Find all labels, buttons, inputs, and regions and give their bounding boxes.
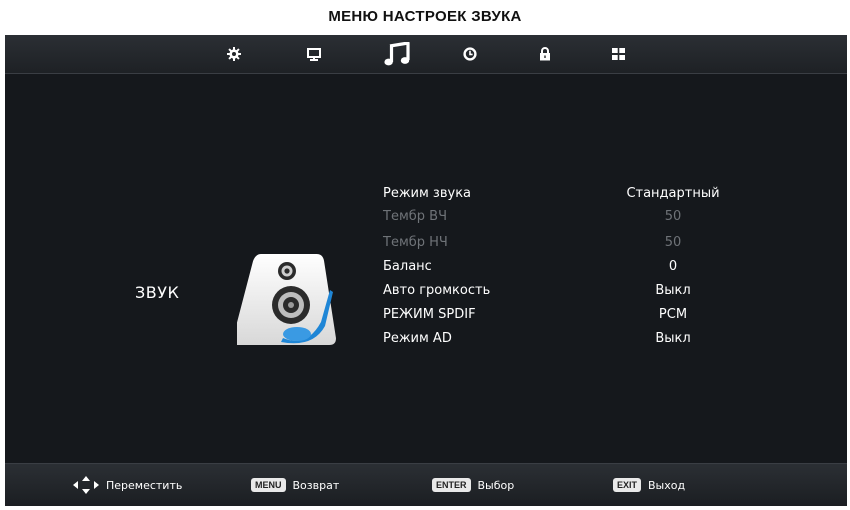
menu-item[interactable]: Авто громкость Выкл xyxy=(378,279,738,303)
menu-item-label: Баланс xyxy=(383,259,432,274)
tab-settings[interactable] xyxy=(212,39,256,69)
dpad-arrows-icon xyxy=(73,476,99,494)
hint-move-label: Переместить xyxy=(106,478,183,492)
menu-item-label: Режим звука xyxy=(383,186,472,201)
menu-item-value: Выкл xyxy=(655,331,691,346)
enter-key: ENTER xyxy=(432,478,471,492)
menu-item-value: PCM xyxy=(658,307,688,322)
menu-item[interactable]: Баланс 0 xyxy=(378,255,738,279)
hint-exit-label: Выход xyxy=(648,478,686,492)
tab-picture[interactable] xyxy=(292,39,336,69)
menu-item-label: Тембр ВЧ xyxy=(383,209,447,224)
hint-back: MENU Возврат xyxy=(251,476,339,494)
monitor-icon xyxy=(307,47,321,61)
menu-item-value: 50 xyxy=(664,235,682,250)
music-note-icon xyxy=(384,42,410,66)
clock-icon xyxy=(463,47,477,61)
tab-sound[interactable] xyxy=(375,39,419,69)
tab-timer[interactable] xyxy=(448,39,492,69)
footer-hints: Переместить MENU Возврат ENTER Выбор EXI… xyxy=(5,463,847,506)
menu-tab-bar xyxy=(5,35,847,74)
menu-item: Тембр НЧ 50 xyxy=(378,231,738,255)
menu-item-value: 50 xyxy=(664,209,682,224)
gear-icon xyxy=(227,47,241,61)
speaker-icon xyxy=(237,254,336,345)
menu-content: ЗВУК Режим звука Стандартный Тембр ВЧ 50 Тем… xyxy=(5,74,847,462)
menu-key: MENU xyxy=(251,478,286,492)
hint-move: Переместить xyxy=(73,476,182,494)
tab-setup[interactable] xyxy=(596,39,640,69)
page-title: МЕНЮ НАСТРОЕК ЗВУКА xyxy=(328,8,522,25)
menu-item[interactable]: Режим AD Выкл xyxy=(378,327,738,351)
section-title: ЗВУК xyxy=(135,283,180,302)
menu-item-value: 0 xyxy=(668,259,678,274)
tab-lock[interactable] xyxy=(523,39,567,69)
tv-menu-screen: ЗВУК Режим звука Стандартный Тембр ВЧ 50 Тем… xyxy=(5,35,847,506)
menu-item: Тембр ВЧ 50 xyxy=(378,205,738,229)
hint-exit: EXIT Выход xyxy=(613,476,685,494)
menu-item-value: Стандартный xyxy=(626,186,720,201)
menu-item-label: Режим AD xyxy=(383,331,452,346)
menu-item-value: Выкл xyxy=(655,283,691,298)
hint-back-label: Возврат xyxy=(292,478,340,492)
hint-select: ENTER Выбор xyxy=(432,476,514,494)
lock-icon xyxy=(540,47,550,61)
exit-key: EXIT xyxy=(613,478,642,492)
menu-item[interactable]: РЕЖИМ SPDIF PCM xyxy=(378,303,738,327)
menu-item[interactable]: Режим звука Стандартный xyxy=(378,182,738,206)
menu-item-label: РЕЖИМ SPDIF xyxy=(383,307,476,322)
grid-icon xyxy=(611,48,625,60)
menu-item-label: Авто громкость xyxy=(383,283,491,298)
hint-select-label: Выбор xyxy=(477,478,515,492)
menu-item-label: Тембр НЧ xyxy=(383,235,448,250)
